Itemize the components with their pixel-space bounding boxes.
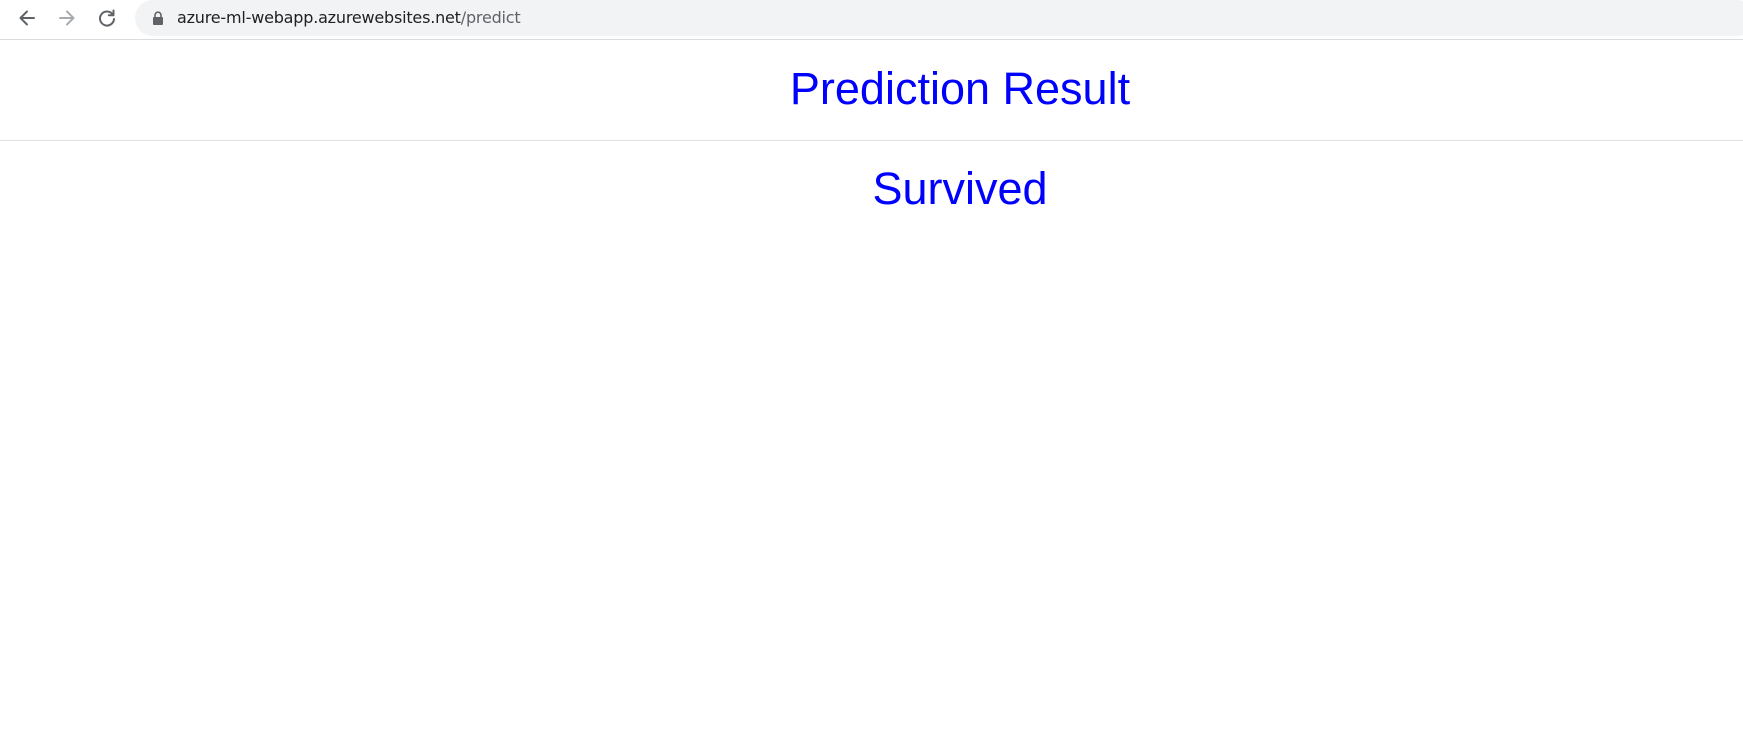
url-path: /predict (460, 8, 521, 27)
address-bar[interactable]: azure-ml-webapp.azurewebsites.net/predic… (135, 0, 1743, 36)
lock-icon[interactable] (152, 11, 164, 25)
reload-icon (99, 9, 115, 27)
divider (0, 140, 1743, 141)
back-button[interactable] (11, 2, 43, 34)
page-title: Prediction Result (789, 63, 1131, 114)
reload-button[interactable] (91, 2, 123, 34)
page-content: Prediction Result Survived (0, 40, 1743, 738)
forward-button[interactable] (51, 2, 83, 34)
url-host: azure-ml-webapp.azurewebsites.net (177, 8, 461, 27)
browser-toolbar: azure-ml-webapp.azurewebsites.net/predic… (0, 0, 1743, 40)
back-arrow-icon (19, 10, 35, 26)
forward-arrow-icon (59, 10, 75, 26)
prediction-result: Survived (872, 163, 1048, 214)
url-text[interactable]: azure-ml-webapp.azurewebsites.net/predic… (177, 8, 521, 28)
